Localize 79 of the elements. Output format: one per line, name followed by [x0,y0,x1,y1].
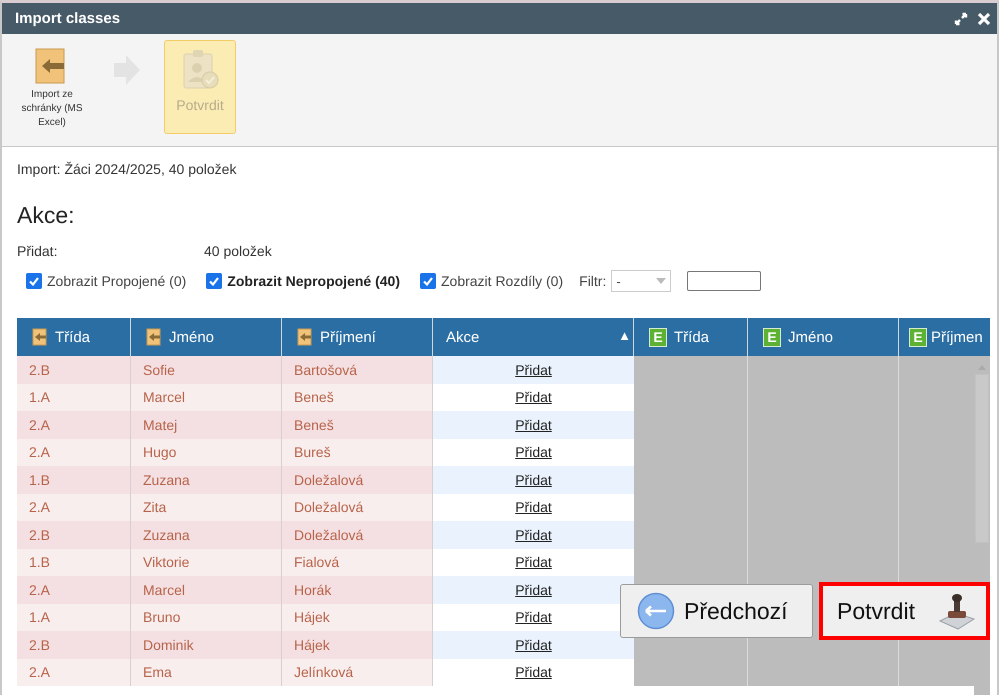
add-link[interactable]: Přidat [515,554,552,570]
table-cell: Doležalová [282,466,433,494]
table-cell: 1.A [17,384,131,411]
add-link[interactable]: Přidat [515,636,552,653]
header-label: Třída [674,328,710,346]
add-link[interactable]: Přidat [515,416,552,433]
table-cell: Marcel [131,384,282,411]
table-cell: Sofie [131,356,282,384]
table-cell: Dominik [131,631,282,658]
header-label: Příjmení [320,328,376,346]
table-cell: Bruno [131,604,282,631]
table-cell: Ema [131,658,282,686]
table-cell: Hájek [282,604,433,631]
table-cell: 2.A [17,658,131,686]
table-cell: Matej [131,411,282,438]
table-cell: 2.A [17,494,131,521]
add-link[interactable]: Přidat [515,444,552,460]
confirm-button[interactable]: Potvrdit [819,582,990,640]
e-badge: E [763,328,781,346]
table-cell: 2.B [17,631,131,658]
checkbox[interactable]: Zobrazit Propojené (0) [26,273,186,289]
add-link[interactable]: Přidat [515,389,552,406]
table-cell: Doležalová [282,494,433,521]
table-cell: Beneš [282,411,433,438]
table-cell: Doležalová [282,521,433,548]
import-summary: Import: Žáci 2024/2025, 40 položek [17,161,238,177]
e-badge: E [649,328,667,346]
table-cell: Zuzana [131,521,282,548]
table-cell: Beneš [282,384,433,411]
add-link[interactable]: Přidat [515,362,552,378]
column-header[interactable]: Jméno [131,318,282,356]
column-header[interactable]: E Příjmen [899,318,990,356]
column-header[interactable]: E Jméno [748,318,899,356]
add-link[interactable]: Přidat [515,472,552,488]
import-button[interactable]: Import ze schránky (MS Excel) [16,40,88,134]
table-cell: 1.B [17,548,131,576]
table-cell: Hugo [131,438,282,466]
add-link[interactable]: Přidat [515,609,552,626]
table-cell: 2.A [17,411,131,438]
header-label: Jméno [788,328,834,346]
table-cell: Bartošová [282,356,433,384]
table-cell: Jelínková [282,658,433,686]
table-cell: Hájek [282,631,433,658]
header-label: Příjmen [931,328,983,346]
table-cell: Viktorie [131,548,282,576]
add-link[interactable]: Přidat [515,526,552,543]
header-label: Třída [55,328,90,346]
column-header[interactable]: Akce ▲ [433,318,634,356]
header-label: Jméno [169,328,214,346]
stat-value: 40 položek [204,243,272,259]
table-cell: 2.B [17,521,131,548]
table-cell: Zuzana [131,466,282,494]
column-header[interactable]: Třída [17,318,131,356]
filter-label: Filtr: [579,273,606,289]
table-cell: 2.A [17,576,131,604]
window-title: Import classes [15,10,120,27]
table-cell: Bureš [282,438,433,466]
table-cell: 1.B [17,466,131,494]
stat-label: Přidat: [17,243,58,259]
table-cell: Marcel [131,576,282,604]
filter-dropdown[interactable]: - [611,270,672,292]
back-button[interactable]: Předchozí [620,584,813,638]
table-cell: Horák [282,576,433,604]
table-cell: Zita [131,494,282,521]
section-title: Akce: [17,202,76,229]
sort-arrow[interactable]: ▲ [618,328,631,343]
table-cell: 2.A [17,438,131,466]
add-link[interactable]: Přidat [515,664,552,680]
table-cell: Fialová [282,548,433,576]
e-badge: E [909,328,927,346]
column-header[interactable]: E Třída [634,318,748,356]
add-link[interactable]: Přidat [515,582,552,598]
table-cell: 2.B [17,356,131,384]
column-header[interactable]: Příjmení [282,318,433,356]
header-label: Akce [446,328,480,346]
add-link[interactable]: Přidat [515,499,552,516]
checkbox[interactable]: Zobrazit Rozdíly (0) [420,273,564,289]
checkbox[interactable]: Zobrazit Nepropojené (40) [206,273,400,289]
table-cell: 1.A [17,604,131,631]
